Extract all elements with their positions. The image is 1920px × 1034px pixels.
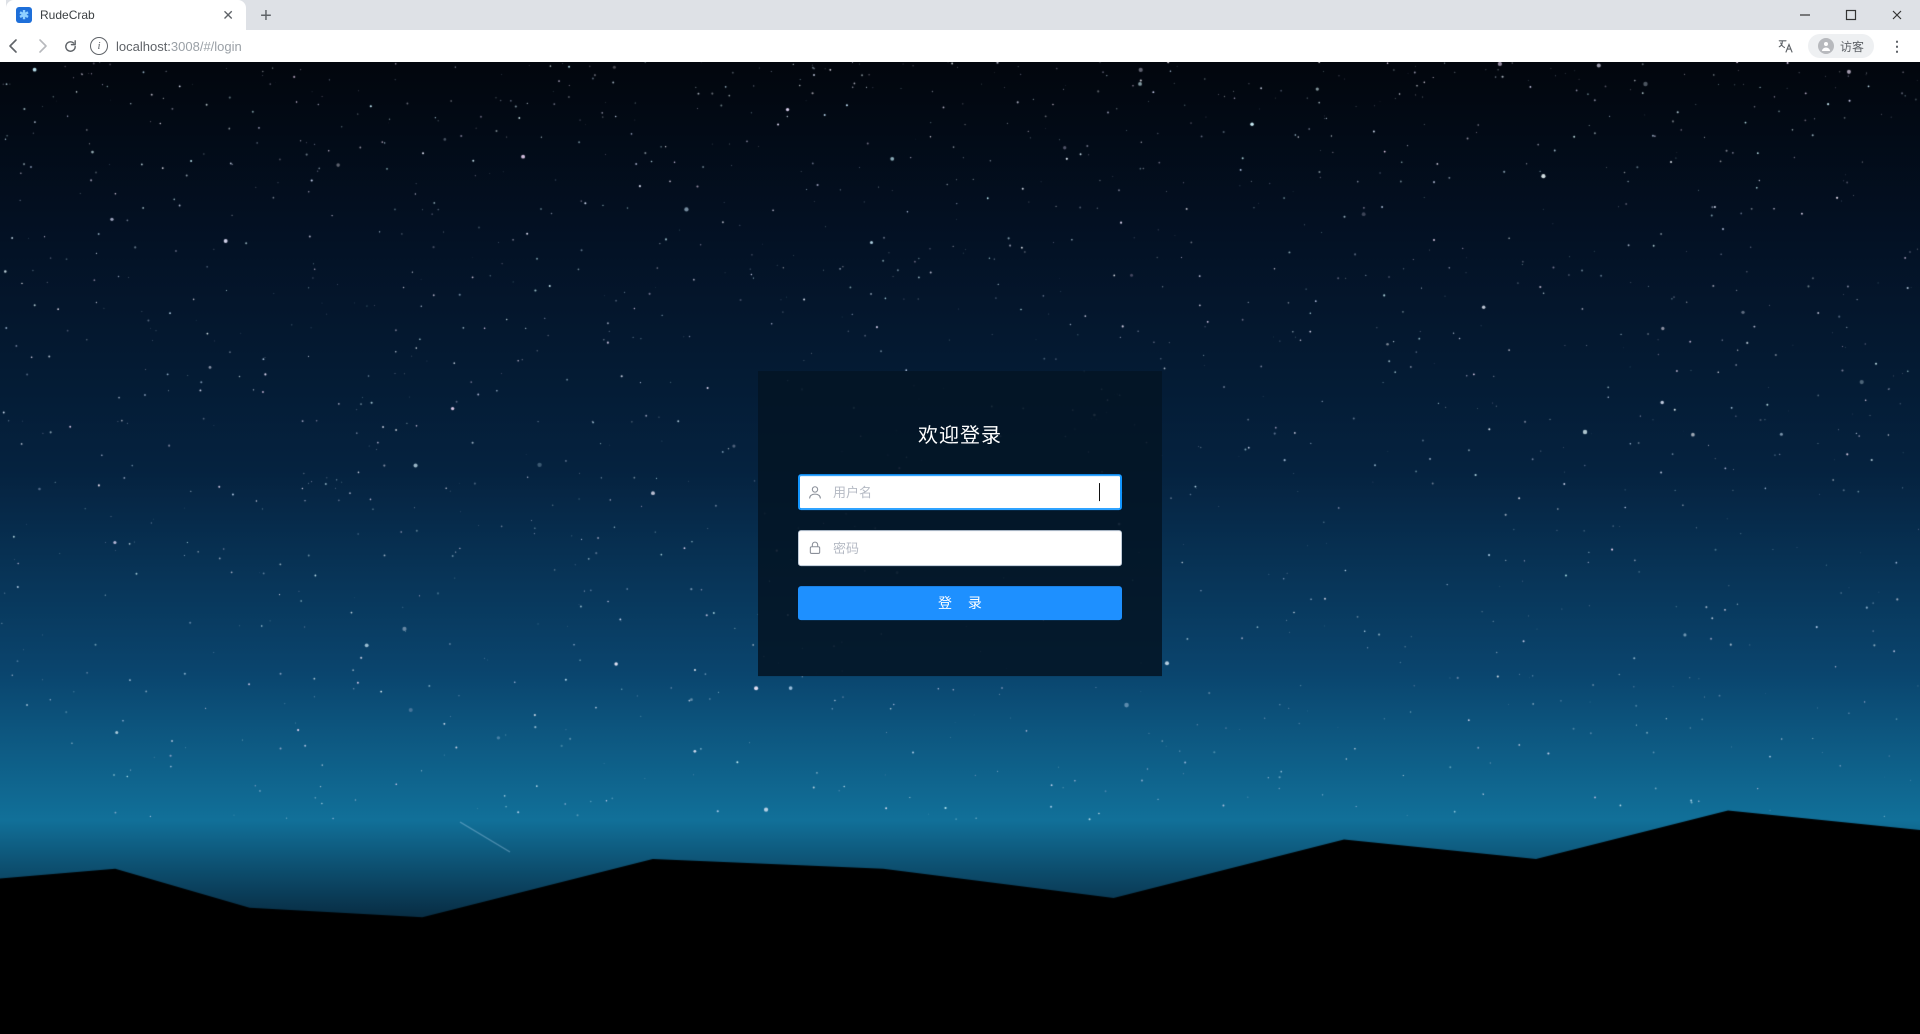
- site-info-icon[interactable]: i: [90, 37, 108, 55]
- browser-chrome: ✱ RudeCrab ✕ + i: [0, 0, 1920, 62]
- forward-button[interactable]: [28, 32, 56, 60]
- profile-chip[interactable]: 访客: [1808, 34, 1874, 58]
- menu-button[interactable]: ⋮: [1882, 32, 1910, 60]
- window-controls: [1782, 0, 1920, 30]
- login-button[interactable]: 登 录: [798, 586, 1122, 620]
- toolbar-right: 访客 ⋮: [1772, 32, 1920, 60]
- back-button[interactable]: [0, 32, 28, 60]
- address-bar[interactable]: i localhost:3008/#/login: [90, 33, 242, 59]
- close-window-button[interactable]: [1874, 0, 1920, 30]
- username-input[interactable]: [798, 474, 1122, 510]
- browser-tab[interactable]: ✱ RudeCrab ✕: [6, 0, 246, 30]
- username-field-wrap: [798, 474, 1122, 510]
- close-tab-icon[interactable]: ✕: [220, 7, 236, 24]
- page-viewport: 欢迎登录 登 录: [0, 62, 1920, 1034]
- tab-strip: ✱ RudeCrab ✕ +: [6, 0, 1920, 30]
- lock-icon: [807, 540, 823, 556]
- profile-label: 访客: [1840, 38, 1864, 55]
- avatar-icon: [1818, 38, 1834, 54]
- minimize-button[interactable]: [1782, 0, 1828, 30]
- user-icon: [807, 484, 823, 500]
- maximize-button[interactable]: [1828, 0, 1874, 30]
- new-tab-button[interactable]: +: [252, 2, 280, 30]
- login-title: 欢迎登录: [798, 419, 1122, 448]
- tab-title: RudeCrab: [40, 8, 220, 22]
- login-card: 欢迎登录 登 录: [758, 371, 1162, 676]
- password-input[interactable]: [798, 530, 1122, 566]
- toolbar: i localhost:3008/#/login 访客 ⋮: [0, 30, 1920, 63]
- password-field-wrap: [798, 530, 1122, 566]
- reload-button[interactable]: [56, 32, 84, 60]
- translate-icon[interactable]: [1772, 32, 1800, 60]
- favicon-icon: ✱: [16, 7, 32, 23]
- text-cursor: [1099, 483, 1100, 501]
- url-text: localhost:3008/#/login: [116, 39, 242, 54]
